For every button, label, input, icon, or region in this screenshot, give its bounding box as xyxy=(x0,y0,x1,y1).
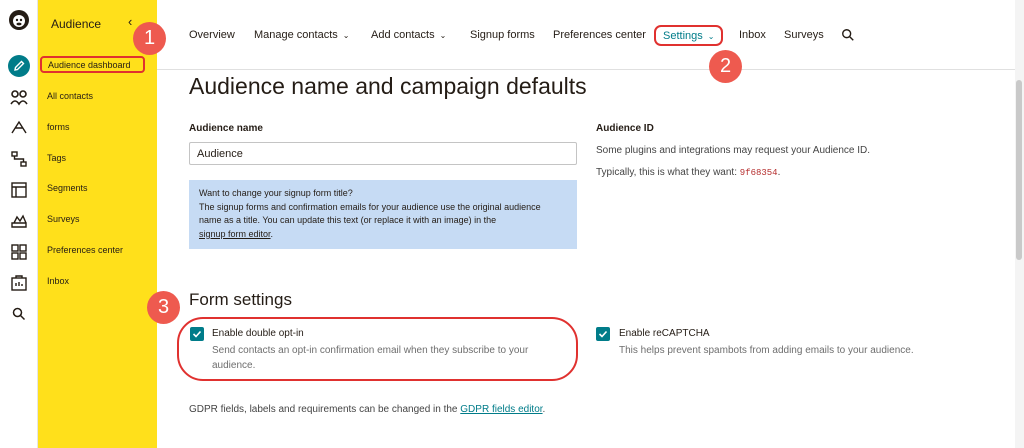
recaptcha-label[interactable]: Enable reCAPTCHA xyxy=(619,328,710,339)
gdpr-fields-editor-link[interactable]: GDPR fields editor xyxy=(460,404,542,415)
callout-badge-2: 2 xyxy=(709,50,742,83)
audience-id-line: Typically, this is what they want: 9f683… xyxy=(596,167,781,178)
sidebar-item-forms[interactable]: forms xyxy=(47,122,70,132)
checkmark-icon xyxy=(598,330,608,338)
analytics-icon[interactable] xyxy=(7,271,31,295)
signup-form-editor-link[interactable]: signup form editor xyxy=(199,229,271,239)
double-optin-checkbox[interactable] xyxy=(190,327,204,341)
audience-id-description: Some plugins and integrations may reques… xyxy=(596,145,871,156)
chevron-down-icon: ⌄ xyxy=(342,31,350,40)
tab-overview[interactable]: Overview xyxy=(189,29,235,41)
sidebar-title: Audience xyxy=(51,17,102,31)
automations-icon[interactable] xyxy=(7,147,31,171)
audience-icon[interactable] xyxy=(7,85,31,109)
scrollbar-thumb[interactable] xyxy=(1016,80,1022,260)
sidebar-item-surveys[interactable]: Surveys xyxy=(47,214,80,224)
sidebar-item-all-contacts[interactable]: All contacts xyxy=(47,91,93,101)
audience-sidebar: Audience ‹ Audience dashboard All contac… xyxy=(38,0,157,448)
sidebar-item-segments[interactable]: Segments xyxy=(47,183,88,193)
checkmark-icon xyxy=(192,330,202,338)
icon-rail xyxy=(0,0,38,448)
top-nav: Overview Manage contacts ⌄ Add contacts ⌄ … xyxy=(157,0,1024,70)
sidebar-item-inbox[interactable]: Inbox xyxy=(47,276,69,286)
tab-signup-forms[interactable]: Signup forms xyxy=(470,29,535,41)
tab-inbox[interactable]: Inbox xyxy=(739,29,766,41)
integrations-icon[interactable] xyxy=(7,240,31,264)
callout-badge-3: 3 xyxy=(147,291,180,324)
infobox-title: Want to change your signup form title? xyxy=(199,188,353,198)
page-title: Audience name and campaign defaults xyxy=(189,73,587,99)
tab-add-contacts[interactable]: Add contacts ⌄ xyxy=(371,29,446,41)
form-settings-heading: Form settings xyxy=(189,290,292,309)
search-icon[interactable] xyxy=(7,302,31,326)
audience-id-label: Audience ID xyxy=(596,123,654,134)
sidebar-item-audience-dashboard[interactable]: Audience dashboard xyxy=(40,56,145,73)
infobox-line: name as a title. You can update this tex… xyxy=(199,215,497,225)
search-icon[interactable] xyxy=(841,28,855,47)
recaptcha-checkbox[interactable] xyxy=(596,327,610,341)
tab-settings[interactable]: Settings ⌄ xyxy=(654,25,724,46)
recaptcha-description: This helps prevent spambots from adding … xyxy=(619,345,914,356)
chevron-down-icon: ⌄ xyxy=(439,31,447,40)
tab-surveys[interactable]: Surveys xyxy=(784,29,824,41)
website-icon[interactable] xyxy=(7,178,31,202)
chevron-down-icon: ⌄ xyxy=(707,32,715,41)
sidebar-item-preferences-center[interactable]: Preferences center xyxy=(47,245,123,255)
callout-badge-1: 1 xyxy=(133,22,166,55)
create-pencil-icon[interactable] xyxy=(7,54,31,78)
content-studio-icon[interactable] xyxy=(7,209,31,233)
tab-manage-contacts[interactable]: Manage contacts ⌄ xyxy=(254,29,349,41)
audience-name-input[interactable] xyxy=(189,142,577,165)
signup-title-infobox: Want to change your signup form title? T… xyxy=(189,180,577,249)
infobox-line: The signup forms and confirmation emails… xyxy=(199,201,541,212)
mailchimp-logo-icon[interactable] xyxy=(7,8,31,32)
double-optin-description: Send contacts an opt-in confirmation ema… xyxy=(212,345,529,371)
chevron-left-icon[interactable]: ‹ xyxy=(128,14,132,29)
double-optin-label[interactable]: Enable double opt-in xyxy=(212,328,304,339)
audience-id-value: 9f68354 xyxy=(739,168,778,178)
gdpr-note: GDPR fields, labels and requirements can… xyxy=(189,404,546,415)
sidebar-item-tags[interactable]: Tags xyxy=(47,153,66,163)
audience-name-label: Audience name xyxy=(189,123,263,134)
campaigns-icon[interactable] xyxy=(7,116,31,140)
tab-preferences-center[interactable]: Preferences center xyxy=(553,29,646,41)
